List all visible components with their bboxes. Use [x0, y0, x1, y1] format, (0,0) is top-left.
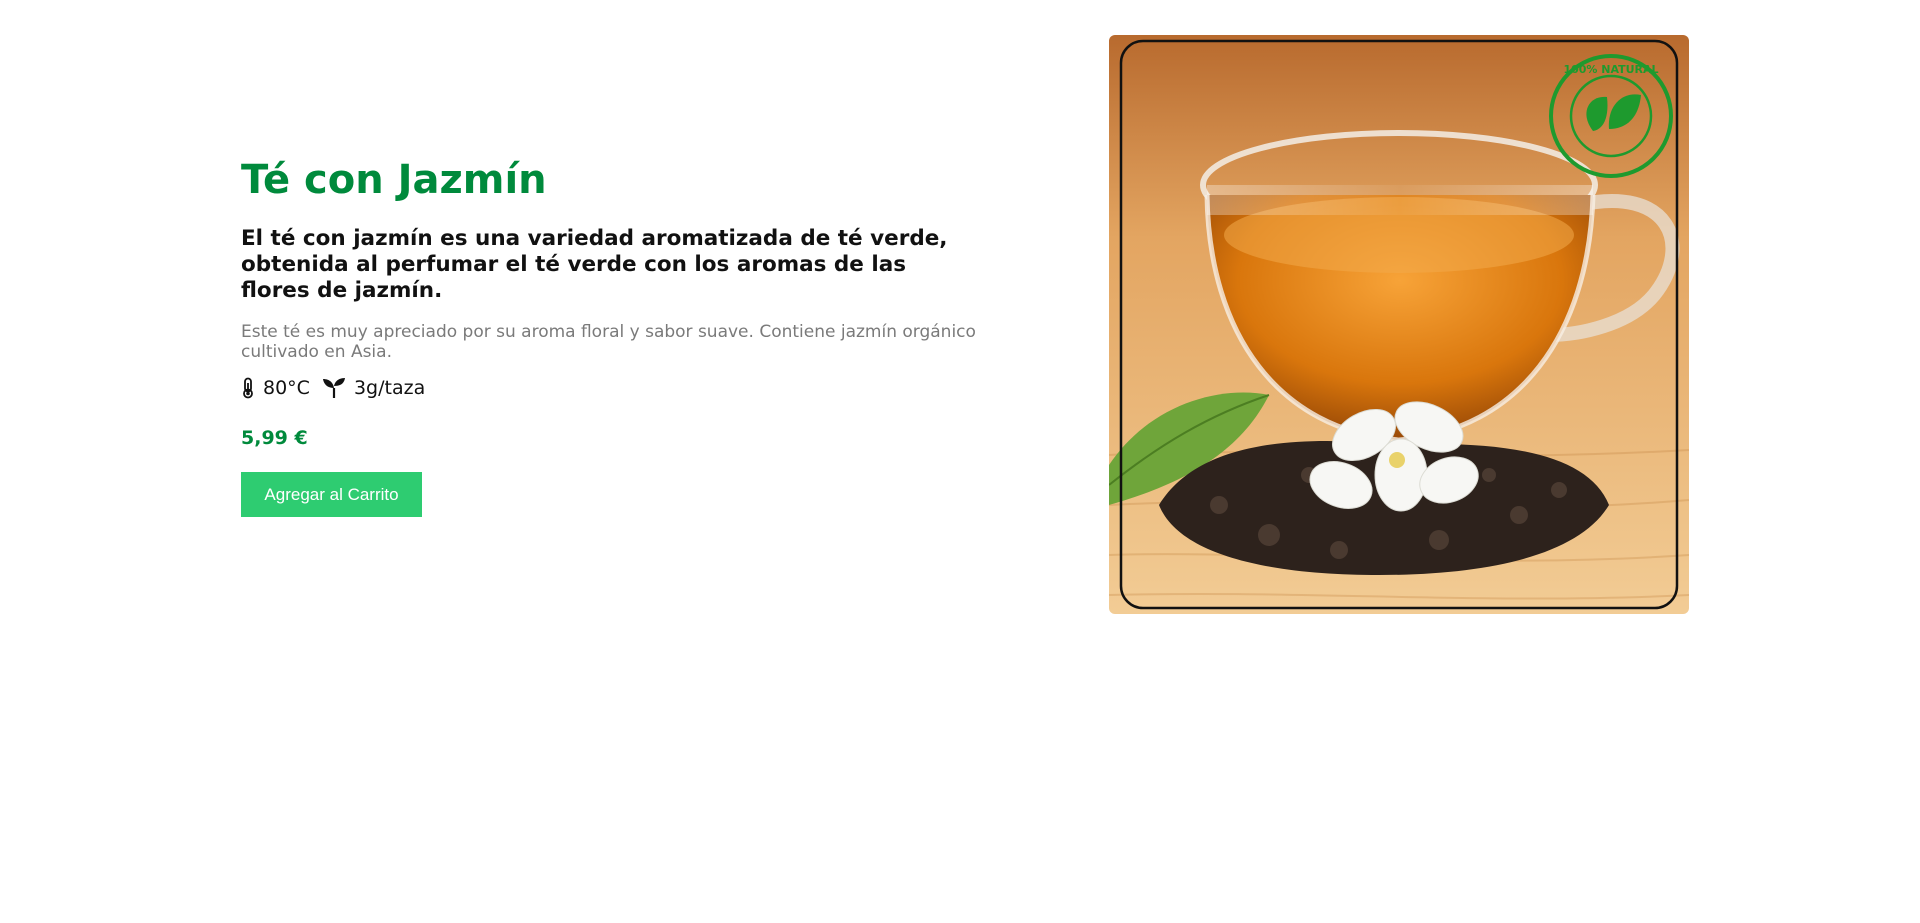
spec-dose: 3g/taza: [322, 377, 425, 399]
spec-dose-value: 3g/taza: [353, 377, 426, 399]
badge-text: 100% NATURAL: [1563, 63, 1658, 76]
product-specs: 80°C 3g/taza: [241, 374, 981, 402]
product-title: Té con Jazmín: [241, 157, 547, 203]
thermometer-icon: [243, 377, 253, 399]
product-image: 100% NATURAL: [1109, 35, 1689, 614]
product-price: 5,99 €: [241, 427, 308, 449]
spec-temperature: 80°C: [241, 377, 310, 399]
product-lead: El té con jazmín es una variedad aromati…: [241, 226, 948, 303]
tea-cup-illustration: 100% NATURAL: [1109, 35, 1689, 614]
sprout-icon: [322, 378, 345, 398]
add-to-cart-button[interactable]: Agregar al Carrito: [241, 472, 422, 517]
product-description: Este té es muy apreciado por su aroma fl…: [241, 322, 976, 362]
product-info: Té con Jazmín El té con jazmín es una va…: [241, 150, 981, 517]
spec-temperature-value: 80°C: [263, 377, 310, 399]
